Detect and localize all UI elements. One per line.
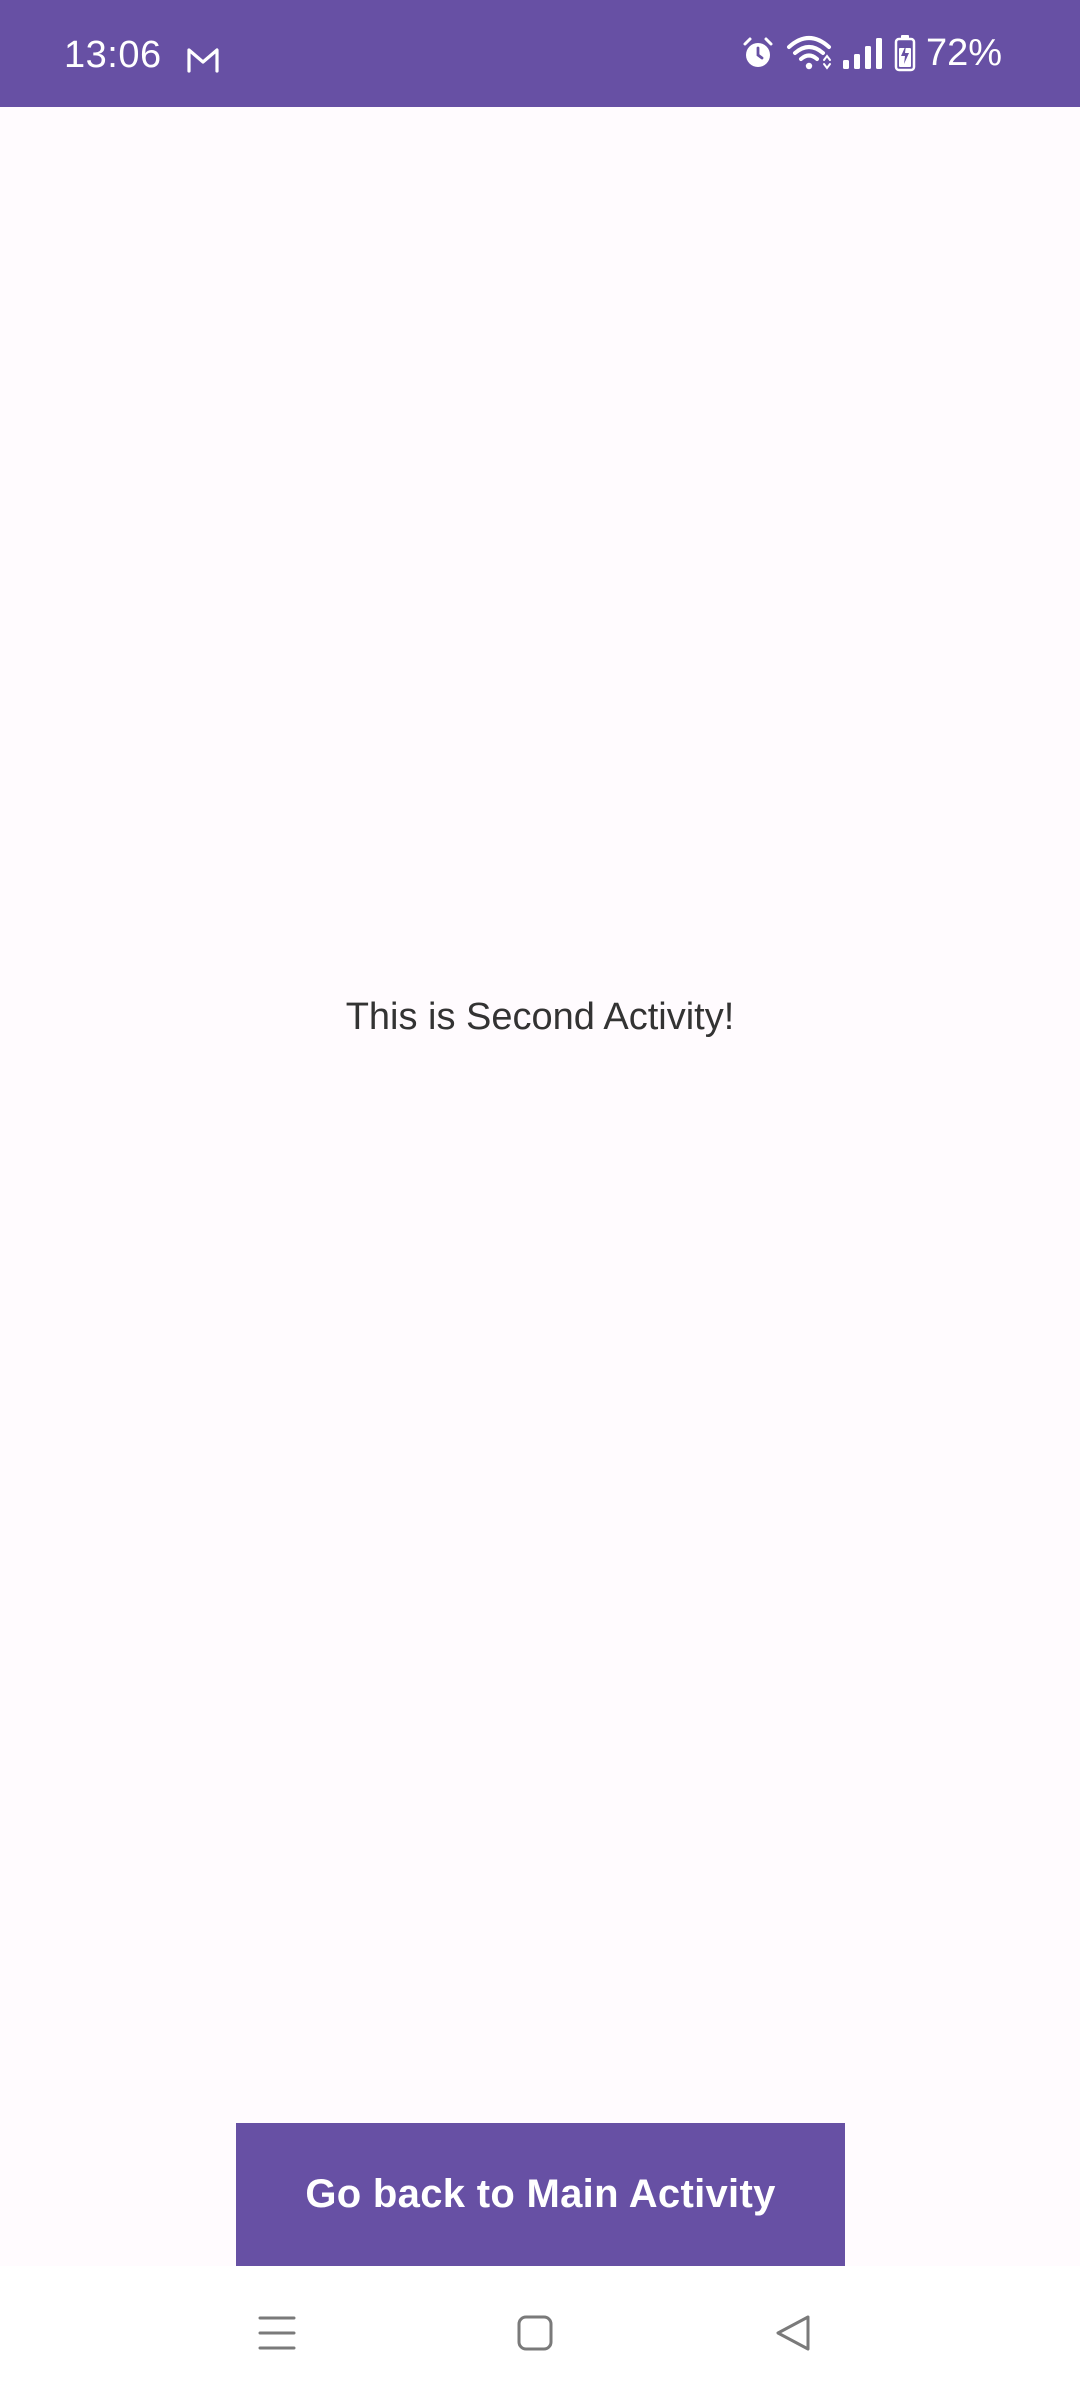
back-icon [776,2315,810,2351]
go-back-to-main-activity-button[interactable]: Go back to Main Activity [236,2123,845,2266]
alarm-icon [743,37,773,67]
recents-icon [258,2316,296,2350]
wifi-icon [786,36,831,70]
battery-percentage: 72% [925,32,1002,74]
status-time: 13:06 [64,34,162,76]
back-button[interactable] [743,2286,843,2380]
home-button[interactable] [485,2286,585,2380]
status-bar: 13:06 72% [0,0,1080,107]
battery-charging-icon [894,35,916,72]
second-activity-message: This is Second Activity! [345,996,735,1038]
home-icon [517,2315,553,2351]
activity-content: This is Second Activity! [0,107,1080,2267]
gmail-icon [187,48,219,73]
status-icons: 72% [740,30,1002,76]
signal-icon [842,38,882,69]
navigation-bar [0,2266,1080,2400]
recents-button[interactable] [227,2286,327,2380]
